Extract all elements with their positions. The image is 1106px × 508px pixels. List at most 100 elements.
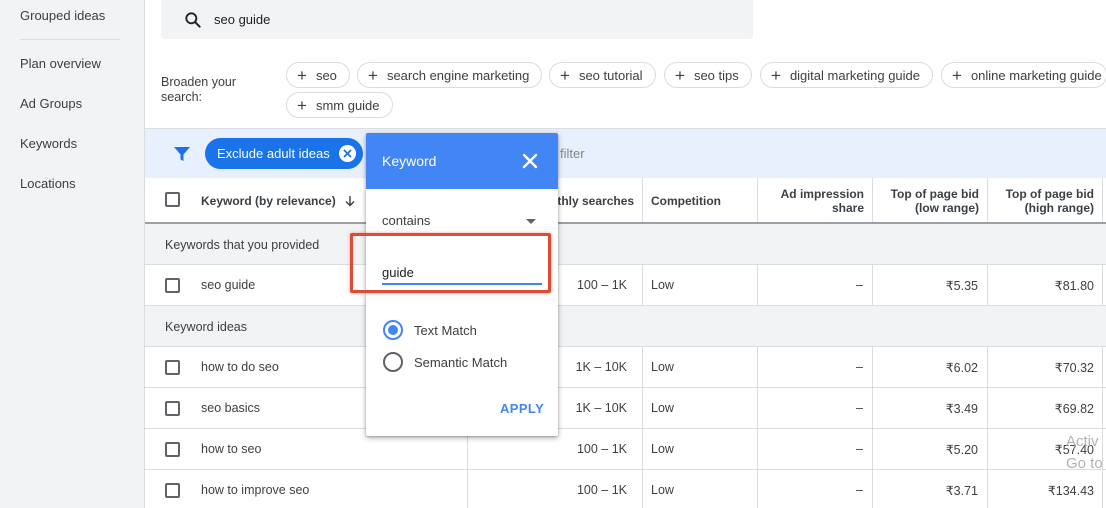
column-divider	[872, 178, 873, 222]
column-header-keyword[interactable]: Keyword (by relevance)	[201, 178, 371, 223]
broaden-chip[interactable]: + digital marketing guide	[760, 62, 934, 88]
activation-watermark: Go to	[1066, 455, 1103, 472]
column-divider	[872, 347, 873, 508]
column-header-monthly-searches[interactable]: nthly searches	[550, 178, 640, 223]
searches-cell: 100 – 1K	[576, 278, 627, 292]
broaden-label: Broaden your search:	[161, 75, 237, 104]
impression-cell: –	[856, 360, 863, 374]
competition-cell: Low	[651, 442, 674, 456]
text-match-radio[interactable]	[383, 320, 403, 340]
searches-cell: 1K – 10K	[575, 401, 627, 415]
table-row[interactable]: how to improve seo 100 – 1K Low – ₹3.71 …	[145, 470, 1106, 508]
keyword-cell: how to improve seo	[201, 483, 310, 497]
plus-icon: +	[368, 65, 378, 85]
bid-low-cell: ₹3.49	[945, 402, 978, 416]
sidebar-item-locations[interactable]: Locations	[20, 176, 76, 191]
column-divider	[1102, 347, 1103, 508]
close-icon[interactable]	[339, 145, 356, 162]
broaden-chip[interactable]: + smm guide	[286, 92, 393, 118]
sidebar-item-grouped-ideas[interactable]: Grouped ideas	[20, 8, 105, 23]
plus-icon: +	[297, 95, 307, 115]
keyword-filter-input[interactable]	[382, 255, 542, 285]
filter-bar: Exclude adult ideas filter	[145, 129, 1106, 178]
header-label: Top of page bid	[1005, 186, 1094, 201]
broaden-chip[interactable]: + search engine marketing	[357, 62, 543, 88]
keyword-cell: seo guide	[201, 278, 256, 292]
section-header-ideas: Keyword ideas	[145, 306, 1106, 347]
arrow-down-icon	[345, 195, 355, 206]
header-label: Keyword (by relevance)	[201, 193, 336, 208]
row-checkbox[interactable]	[165, 442, 180, 457]
column-divider	[757, 347, 758, 508]
search-bar[interactable]: seo guide	[161, 0, 753, 39]
header-label: (low range)	[914, 200, 979, 215]
searches-cell: 1K – 10K	[575, 360, 627, 374]
table-row[interactable]: seo guide 100 – 1K Low – ₹5.35 ₹81.80	[145, 265, 1106, 306]
header-label: (high range)	[1024, 200, 1094, 215]
exclude-adult-ideas-chip[interactable]: Exclude adult ideas	[205, 138, 363, 169]
column-header-ad-impression-share[interactable]: Ad impression share	[758, 178, 864, 223]
keyword-cell: seo basics	[201, 401, 261, 415]
chip-label: seo tips	[693, 67, 739, 83]
filter-icon[interactable]	[173, 145, 191, 163]
semantic-match-label: Semantic Match	[414, 355, 508, 370]
broaden-chip[interactable]: + seo	[286, 62, 350, 88]
row-checkbox[interactable]	[165, 360, 180, 375]
row-checkbox[interactable]	[165, 483, 180, 498]
broaden-chip[interactable]: + seo tutorial	[549, 62, 656, 88]
column-header-bid-high[interactable]: Top of page bid (high range)	[988, 178, 1094, 223]
apply-button[interactable]: APPLY	[500, 401, 544, 416]
section-label: Keywords that you provided	[165, 238, 320, 252]
select-all-checkbox[interactable]	[165, 192, 180, 207]
close-icon[interactable]	[520, 151, 540, 171]
column-divider	[987, 265, 988, 306]
semantic-match-radio[interactable]	[383, 352, 403, 372]
dropdown-value: contains	[382, 213, 431, 228]
column-header-bid-low[interactable]: Top of page bid (low range)	[873, 178, 979, 223]
plus-icon: +	[771, 65, 781, 85]
table-row[interactable]: how to seo 100 – 1K Low – ₹5.20 ₹57.40	[145, 429, 1106, 470]
sidebar-item-ad-groups[interactable]: Ad Groups	[20, 96, 82, 111]
competition-cell: Low	[651, 360, 674, 374]
column-divider	[642, 265, 643, 306]
search-input[interactable]: seo guide	[214, 12, 270, 27]
column-divider	[872, 265, 873, 306]
column-divider	[642, 178, 643, 222]
chip-label: seo tutorial	[578, 67, 643, 83]
chip-label: search engine marketing	[386, 67, 530, 83]
header-label: Ad impression	[780, 186, 864, 201]
search-icon	[185, 12, 201, 28]
chip-label: Exclude adult ideas	[217, 146, 330, 161]
column-header-competition[interactable]: Competition	[651, 178, 751, 223]
bid-low-cell: ₹5.35	[945, 279, 978, 293]
bid-high-cell: ₹69.82	[1054, 402, 1094, 416]
sidebar-item-plan-overview[interactable]: Plan overview	[20, 56, 101, 71]
header-label: Top of page bid	[890, 186, 979, 201]
broaden-chip[interactable]: + seo tips	[664, 62, 752, 88]
dropdown-arrow-icon	[526, 219, 536, 224]
bid-low-cell: ₹5.20	[945, 443, 978, 457]
sidebar-item-keywords[interactable]: Keywords	[20, 136, 77, 151]
section-header-provided: Keywords that you provided	[145, 224, 1106, 265]
table-row[interactable]: how to do seo 1K – 10K Low – ₹6.02 ₹70.3…	[145, 347, 1106, 388]
impression-cell: –	[856, 442, 863, 456]
activation-watermark: Activ	[1066, 433, 1099, 450]
column-divider	[987, 178, 988, 222]
add-filter-link[interactable]: filter	[560, 146, 585, 161]
plus-icon: +	[675, 65, 685, 85]
impression-cell: –	[856, 483, 863, 497]
table-row[interactable]: seo basics 1K – 10K Low – ₹3.49 ₹69.82	[145, 388, 1106, 429]
column-divider	[987, 347, 988, 508]
operator-dropdown[interactable]: contains	[382, 213, 536, 233]
keyword-cell: how to seo	[201, 442, 262, 456]
broaden-chip[interactable]: + online marketing guide	[941, 62, 1106, 88]
row-checkbox[interactable]	[165, 278, 180, 293]
row-checkbox[interactable]	[165, 401, 180, 416]
impression-cell: –	[856, 278, 863, 292]
text-match-label: Text Match	[414, 323, 477, 338]
sidebar-divider	[20, 39, 120, 40]
searches-cell: 100 – 1K	[576, 442, 627, 456]
competition-cell: Low	[651, 278, 674, 292]
keyword-planner-page: Grouped ideas Plan overview Ad Groups Ke…	[0, 0, 1106, 508]
chip-label: seo	[315, 67, 337, 83]
